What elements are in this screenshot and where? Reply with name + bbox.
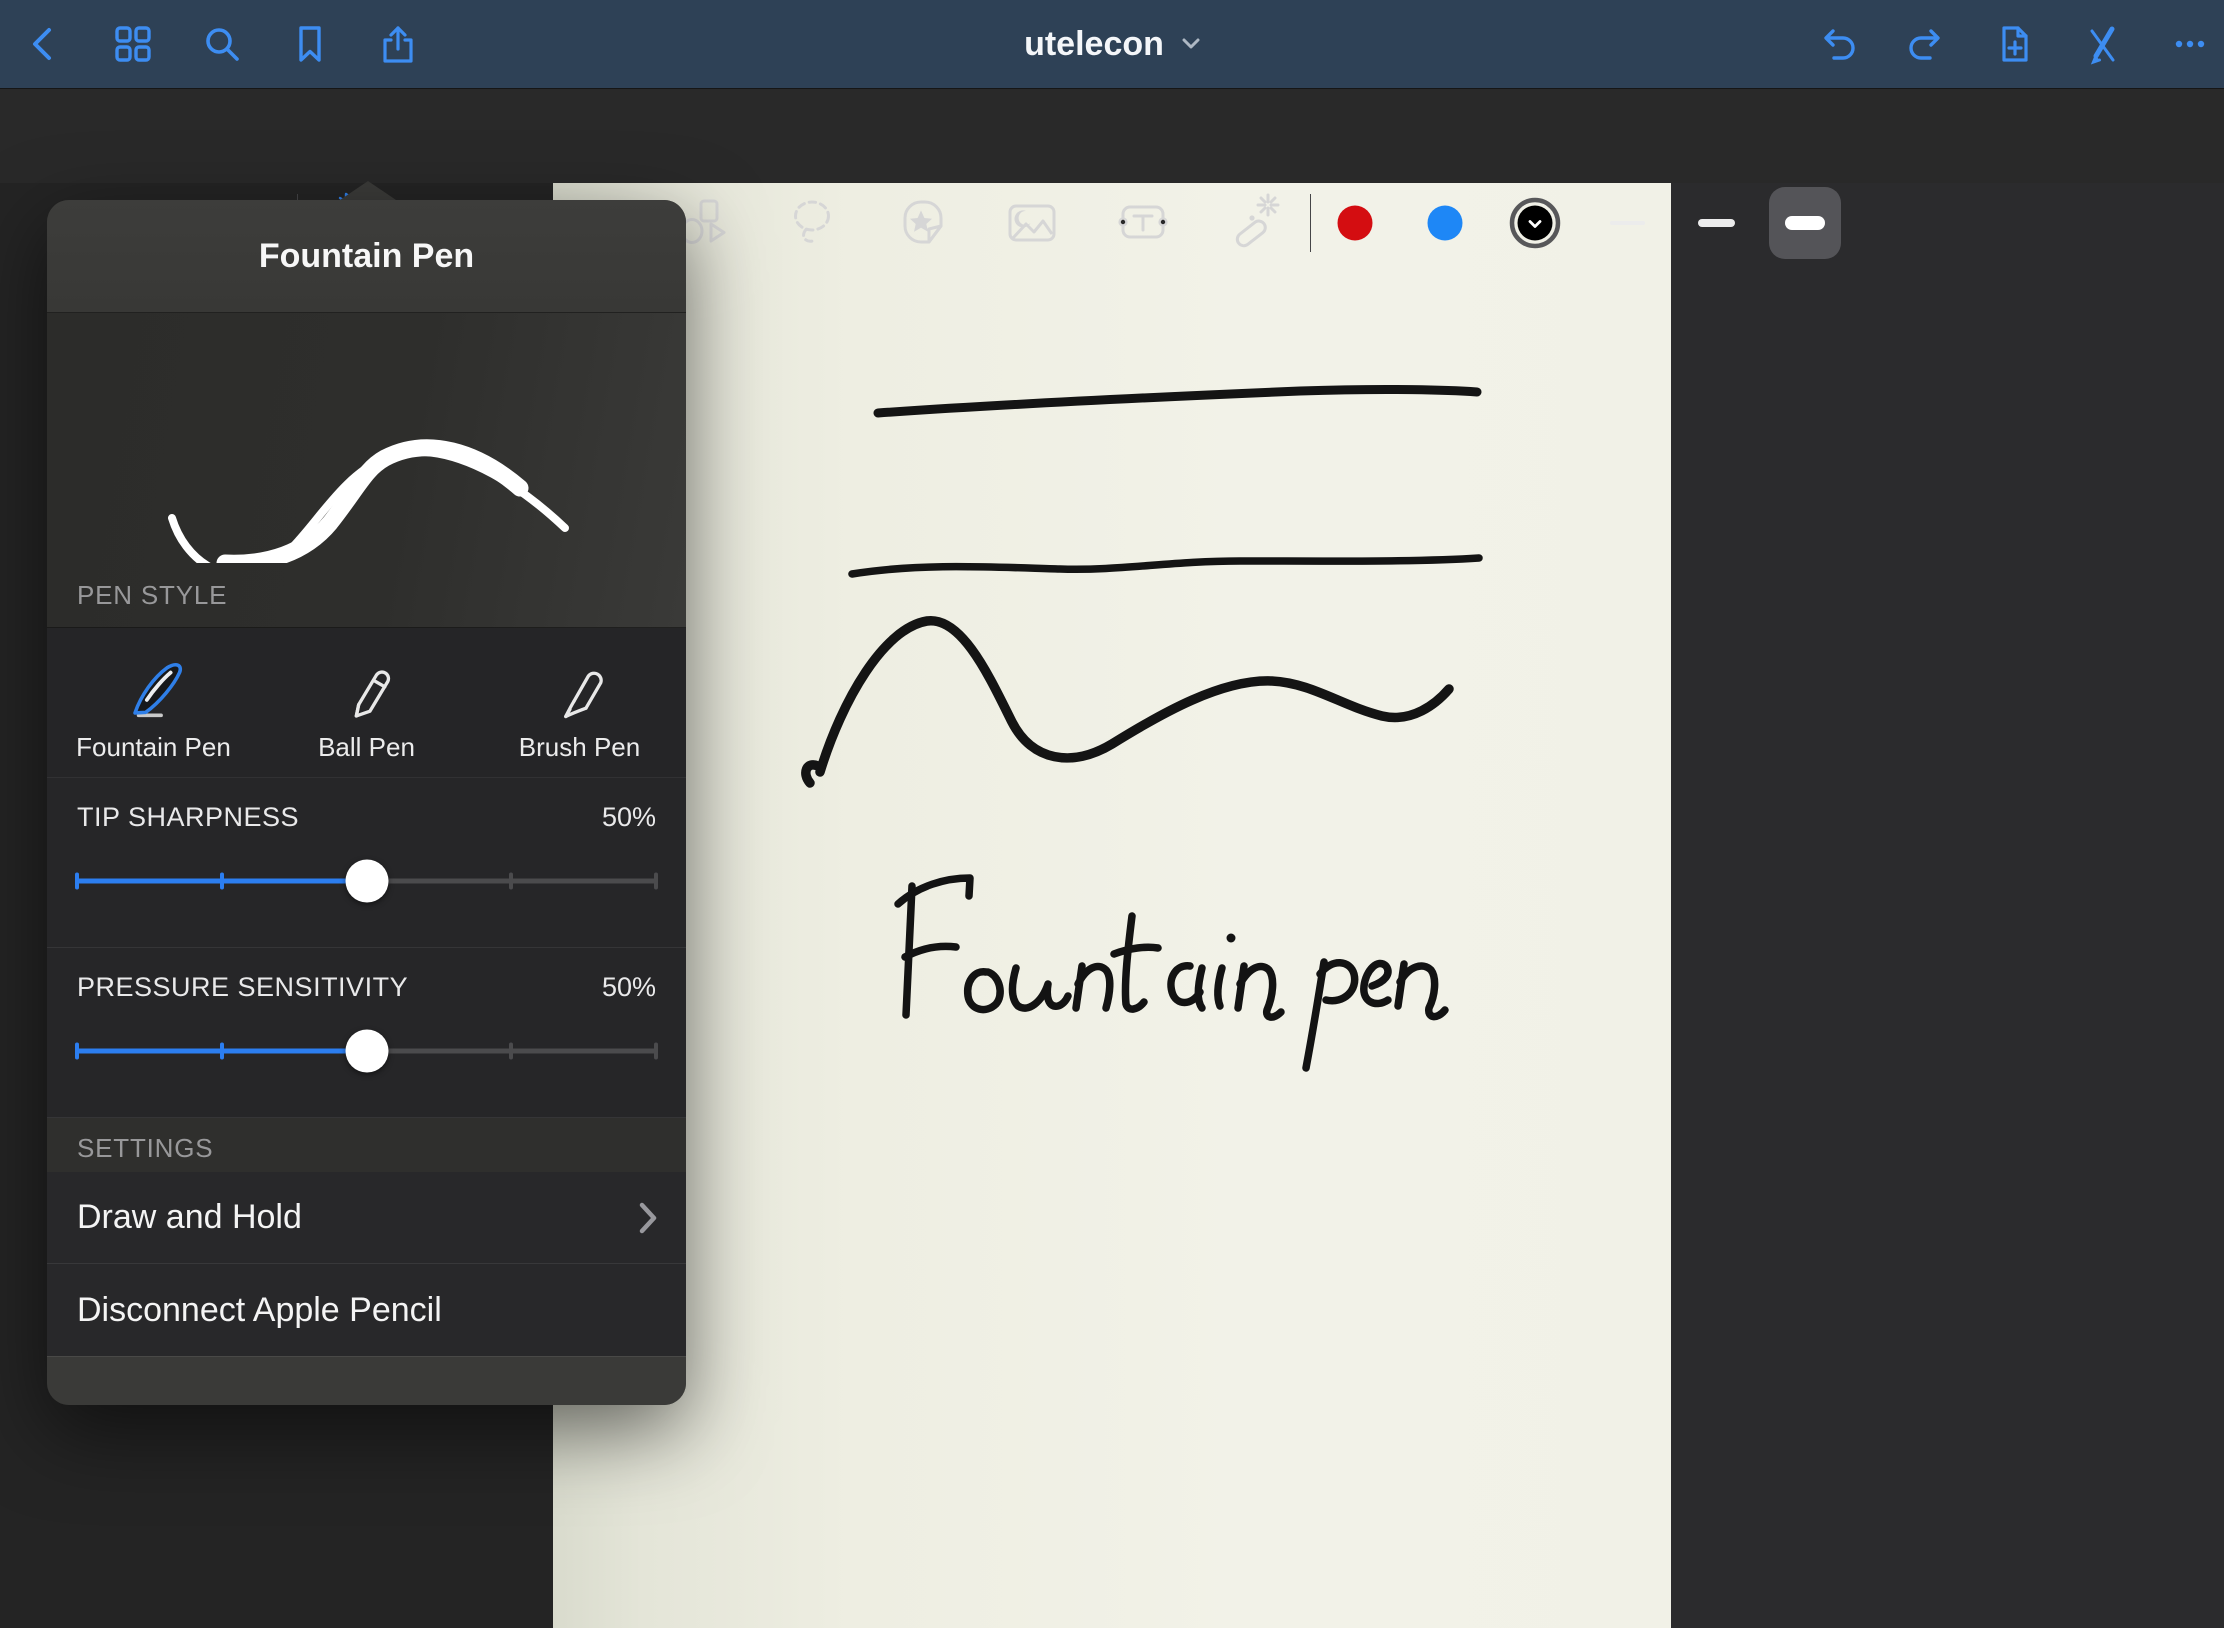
undo-icon: [1816, 22, 1860, 66]
tool-lasso-button[interactable]: [781, 191, 845, 255]
tip-sharpness-slider[interactable]: [77, 841, 656, 921]
tool-pointer-button[interactable]: [1221, 191, 1285, 255]
stroke-preview-panel: PEN STYLE: [47, 313, 686, 628]
document-title: utelecon: [1024, 25, 1164, 64]
tools-toolbar: a: [0, 88, 2224, 183]
pen-style-label: Brush Pen: [519, 732, 640, 763]
slider-tick: [220, 873, 224, 890]
pen-style-brush-pen[interactable]: Brush Pen: [473, 628, 686, 777]
thin-stroke-icon: [1610, 221, 1645, 225]
pen-style-ball-pen[interactable]: Ball Pen: [260, 628, 473, 777]
thick-stroke-icon: [1785, 216, 1825, 230]
red-color-icon: [1327, 195, 1383, 251]
redo-button[interactable]: [1904, 22, 1948, 66]
medium-stroke-icon: [1698, 219, 1735, 227]
more-ellipsis-icon: [2168, 22, 2212, 66]
slider-tick: [509, 1043, 513, 1060]
pressure-sensitivity-value: 50%: [602, 972, 656, 1003]
color-swatch-blue[interactable]: [1417, 195, 1473, 251]
chevron-down-icon: [1182, 38, 1200, 50]
pen-style-options: Fountain Pen Ball Pen Brush Pen: [47, 628, 686, 778]
stickers-icon: [890, 191, 954, 255]
pen-style-section-label: PEN STYLE: [77, 580, 227, 611]
tip-sharpness-section: TIP SHARPNESS 50%: [47, 778, 686, 948]
draw-and-hold-label: Draw and Hold: [77, 1198, 302, 1237]
pressure-sensitivity-section: PRESSURE SENSITIVITY 50%: [47, 948, 686, 1118]
disconnect-apple-pencil-row[interactable]: Disconnect Apple Pencil: [47, 1264, 686, 1356]
pen-style-fountain-pen[interactable]: Fountain Pen: [47, 628, 260, 777]
stroke-width-thick-button[interactable]: [1769, 187, 1841, 259]
ball-pen-icon: [329, 650, 405, 726]
pen-style-label: Ball Pen: [318, 732, 415, 763]
slider-thumb[interactable]: [345, 1030, 388, 1073]
tool-image-button[interactable]: [1000, 191, 1064, 255]
slider-tick: [75, 1043, 79, 1060]
slider-tick: [654, 873, 658, 890]
popover-header: Fountain Pen: [47, 200, 686, 313]
color-swatch-red[interactable]: [1327, 195, 1383, 251]
tip-sharpness-value: 50%: [602, 802, 656, 833]
slider-tick: [75, 873, 79, 890]
tool-stickers-button[interactable]: [890, 191, 954, 255]
slider-tick: [654, 1043, 658, 1060]
tip-sharpness-label: TIP SHARPNESS: [77, 802, 299, 833]
add-page-icon: [1992, 22, 2036, 66]
slider-tick: [220, 1043, 224, 1060]
chevron-right-icon: [638, 1201, 658, 1235]
stroke-line-1: [878, 389, 1477, 413]
lasso-icon: [781, 191, 845, 255]
black-color-selected-icon: [1507, 195, 1563, 251]
slider-thumb[interactable]: [345, 860, 388, 903]
stroke-wave: [806, 621, 1449, 783]
note-paper-canvas[interactable]: [553, 183, 1671, 1628]
tool-text-button[interactable]: [1111, 191, 1175, 255]
stylus-toggle-button[interactable]: [2080, 22, 2124, 66]
stroke-width-medium-button[interactable]: [1680, 187, 1752, 259]
stroke-preview-wave: [47, 313, 686, 563]
popover-title: Fountain Pen: [259, 237, 474, 276]
popover-footer: [47, 1356, 686, 1405]
brush-pen-icon: [542, 650, 618, 726]
color-swatch-black-selected[interactable]: [1507, 195, 1563, 251]
goodnotes-screen: utelecon a: [0, 0, 2224, 1628]
draw-and-hold-row[interactable]: Draw and Hold: [47, 1172, 686, 1264]
pressure-sensitivity-slider[interactable]: [77, 1011, 656, 1091]
blue-color-icon: [1417, 195, 1473, 251]
handwriting-fountain-pen: [898, 878, 1445, 1068]
slider-tick: [509, 873, 513, 890]
toolbar-divider: [1310, 194, 1311, 252]
disconnect-apple-pencil-label: Disconnect Apple Pencil: [77, 1291, 442, 1330]
undo-button[interactable]: [1816, 22, 1860, 66]
pointer-wand-icon: [1221, 191, 1285, 255]
text-icon: [1111, 191, 1175, 255]
more-options-button[interactable]: [2168, 22, 2212, 66]
redo-icon: [1904, 22, 1948, 66]
stylus-crossed-icon: [2080, 22, 2124, 66]
ink-strokes: [553, 183, 1671, 1628]
navigation-bar: utelecon: [0, 0, 2224, 88]
settings-section-label: SETTINGS: [77, 1133, 213, 1164]
pressure-sensitivity-label: PRESSURE SENSITIVITY: [77, 972, 408, 1003]
stroke-line-2: [852, 558, 1479, 574]
fountain-pen-icon: [116, 650, 192, 726]
settings-section-header: SETTINGS: [47, 1118, 686, 1172]
image-icon: [1000, 191, 1064, 255]
document-title-dropdown[interactable]: utelecon: [0, 0, 2224, 88]
popover-arrow: [337, 181, 399, 202]
fountain-pen-popover: Fountain Pen PEN STYLE Fountain Pen: [47, 200, 686, 1405]
pen-style-label: Fountain Pen: [76, 732, 231, 763]
add-page-button[interactable]: [1992, 22, 2036, 66]
stroke-width-thin-button[interactable]: [1591, 187, 1663, 259]
